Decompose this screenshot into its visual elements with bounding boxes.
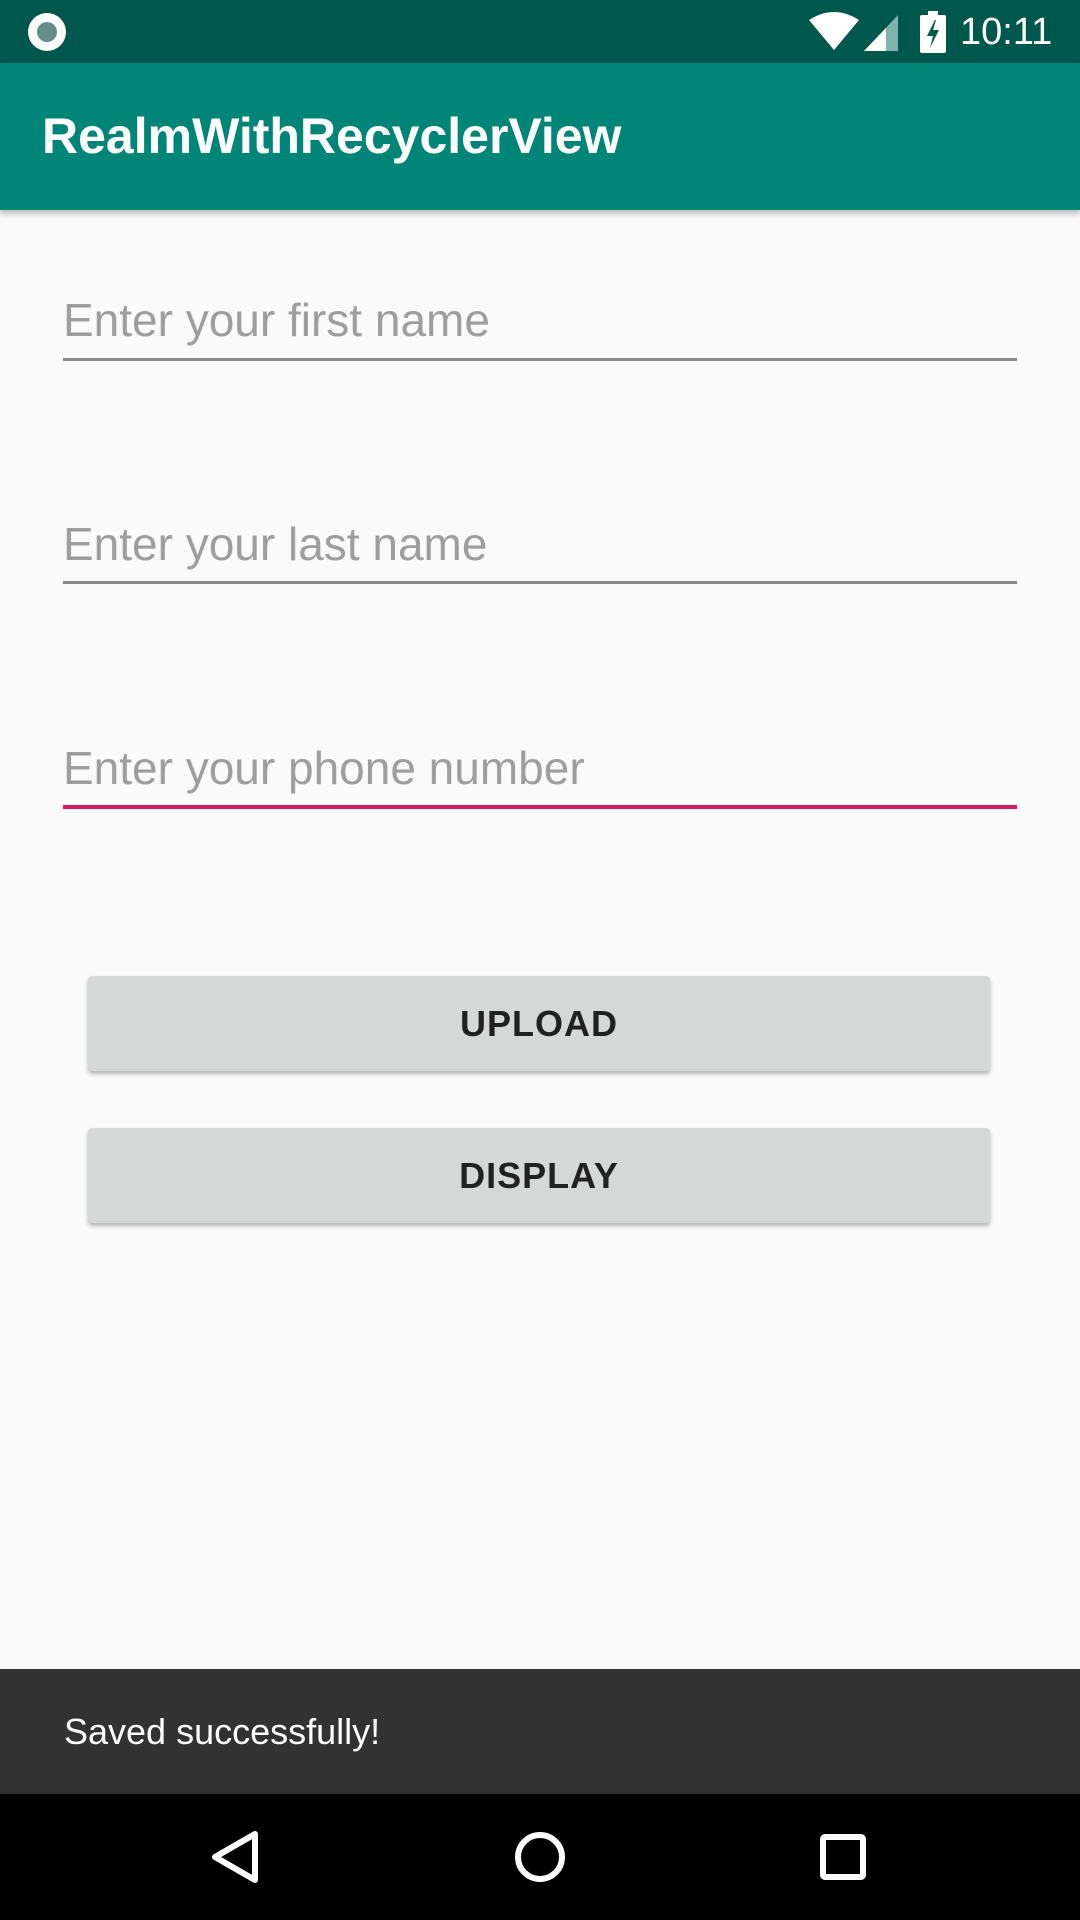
phone-number-underline: [63, 805, 1017, 809]
notification-dot-icon: [28, 13, 66, 51]
status-bar: 10:11: [0, 0, 1080, 63]
home-icon[interactable]: [500, 1817, 580, 1897]
app-title: RealmWithRecyclerView: [42, 108, 622, 164]
last-name-field: [63, 507, 1017, 587]
battery-charging-icon: [920, 11, 946, 53]
first-name-input[interactable]: [63, 283, 1017, 357]
display-button[interactable]: DISPLAY: [88, 1128, 990, 1223]
cell-signal-icon: [864, 15, 898, 51]
recents-icon[interactable]: [803, 1817, 883, 1897]
first-name-underline: [63, 358, 1017, 361]
snackbar: Saved successfully!: [0, 1669, 1080, 1794]
phone-number-field: [63, 731, 1017, 811]
last-name-input[interactable]: [63, 507, 1017, 581]
navigation-bar: [0, 1794, 1080, 1920]
app-bar: RealmWithRecyclerView: [0, 63, 1080, 210]
phone-number-input[interactable]: [63, 731, 1017, 805]
app-screen: 10:11 RealmWithRecyclerView UPLOAD DISPL…: [0, 0, 1080, 1920]
upload-button[interactable]: UPLOAD: [88, 976, 990, 1071]
last-name-underline: [63, 581, 1017, 584]
back-icon[interactable]: [195, 1817, 275, 1897]
first-name-field: [63, 283, 1017, 363]
status-time: 10:11: [960, 11, 1053, 53]
snackbar-message: Saved successfully!: [64, 1711, 381, 1752]
wifi-icon: [809, 12, 859, 50]
